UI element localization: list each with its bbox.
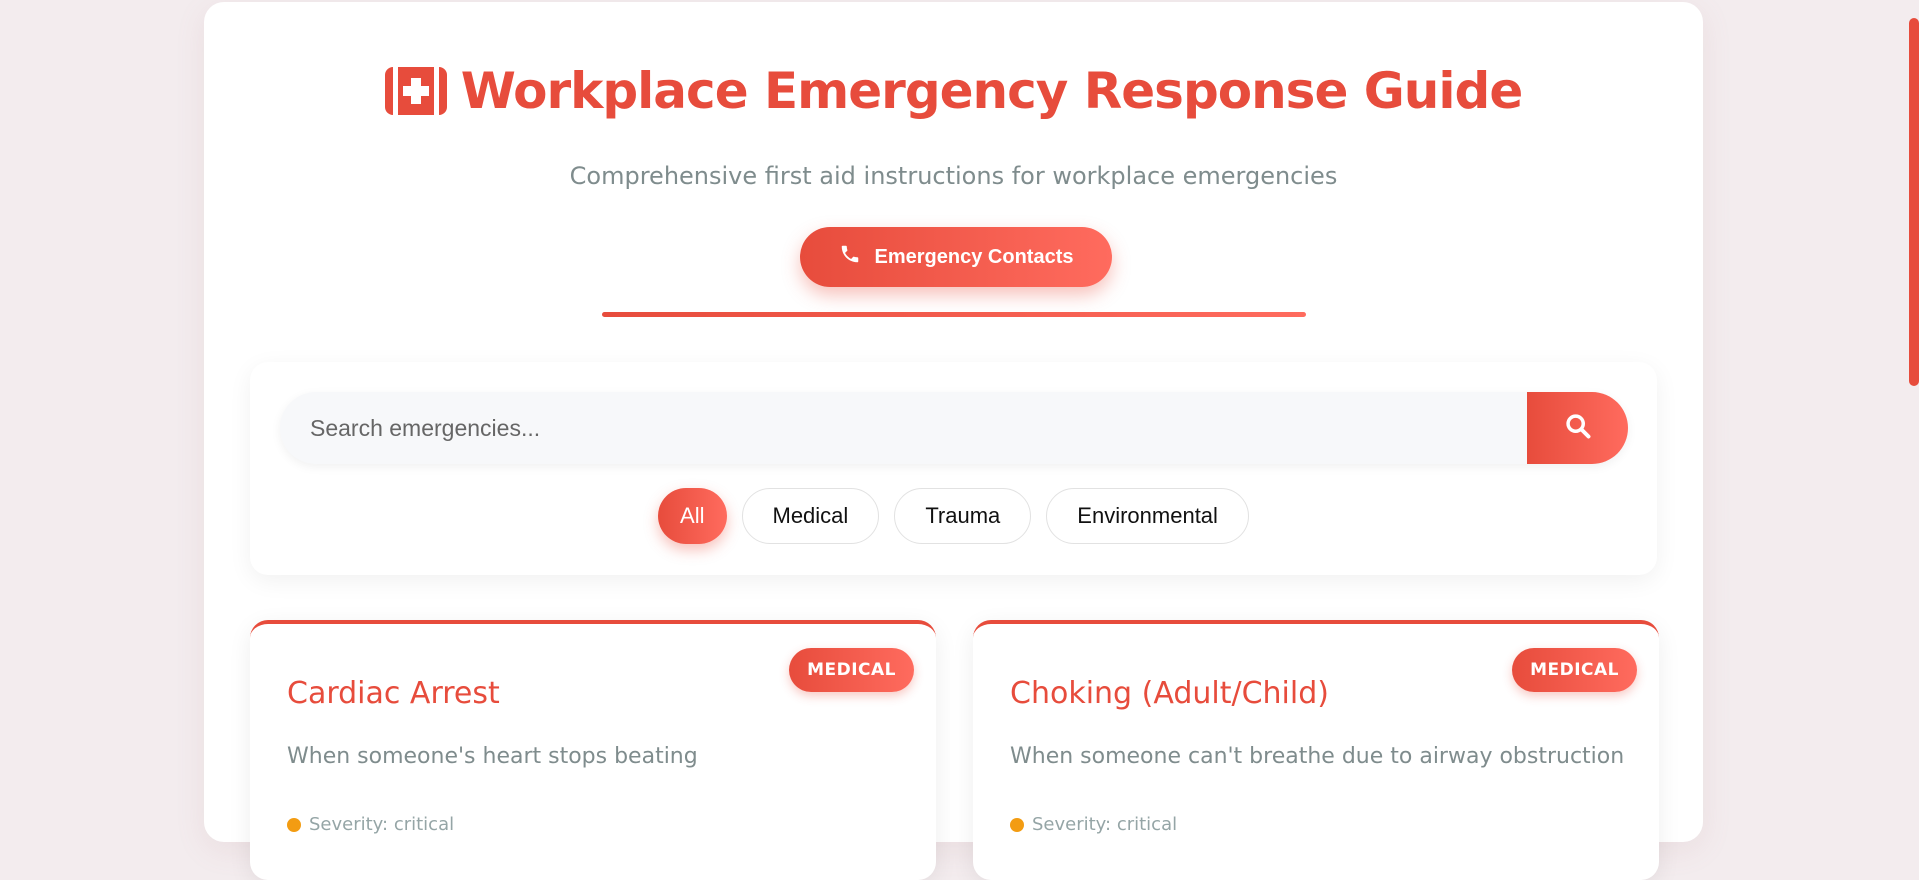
emergency-card[interactable]: MEDICAL Choking (Adult/Child) When someo… [973, 620, 1659, 880]
filter-all[interactable]: All [658, 488, 727, 544]
card-title: Cardiac Arrest [287, 676, 500, 711]
severity-indicator: Severity: critical [287, 814, 454, 835]
scrollbar[interactable] [1905, 0, 1919, 831]
emergency-card[interactable]: MEDICAL Cardiac Arrest When someone's he… [250, 620, 936, 880]
main-container: Workplace Emergency Response Guide Compr… [204, 2, 1703, 880]
search-panel: All Medical Trauma Environmental [250, 362, 1657, 575]
severity-dot-icon [287, 817, 301, 832]
category-badge: MEDICAL [1512, 648, 1637, 692]
filter-trauma[interactable]: Trauma [894, 488, 1032, 544]
search-button[interactable] [1527, 392, 1628, 464]
emergency-contacts-label: Emergency Contacts [874, 245, 1074, 268]
card-description: When someone's heart stops beating [287, 744, 698, 769]
title-text: Workplace Emergency Response Guide [460, 62, 1523, 120]
severity-text: Severity: critical [1032, 814, 1178, 835]
scrollbar-thumb[interactable] [1909, 18, 1919, 386]
severity-text: Severity: critical [309, 814, 455, 835]
category-filters: All Medical Trauma Environmental [250, 488, 1657, 544]
category-badge: MEDICAL [789, 648, 914, 692]
severity-dot-icon [1010, 817, 1024, 832]
card-title: Choking (Adult/Child) [1010, 676, 1329, 711]
header-divider [602, 312, 1306, 317]
search-icon [1564, 412, 1592, 444]
phone-icon [839, 243, 861, 271]
search-bar [280, 392, 1628, 464]
filter-medical[interactable]: Medical [741, 488, 880, 544]
severity-indicator: Severity: critical [1010, 814, 1177, 835]
emergency-contacts-button[interactable]: Emergency Contacts [800, 227, 1112, 287]
filter-environmental[interactable]: Environmental [1046, 488, 1249, 544]
page-subtitle: Comprehensive first aid instructions for… [569, 162, 1338, 190]
card-description: When someone can't breathe due to airway… [1010, 744, 1625, 769]
page-title: Workplace Emergency Response Guide [204, 62, 1703, 120]
search-input[interactable] [280, 392, 1528, 464]
first-aid-kit-icon [384, 65, 447, 117]
